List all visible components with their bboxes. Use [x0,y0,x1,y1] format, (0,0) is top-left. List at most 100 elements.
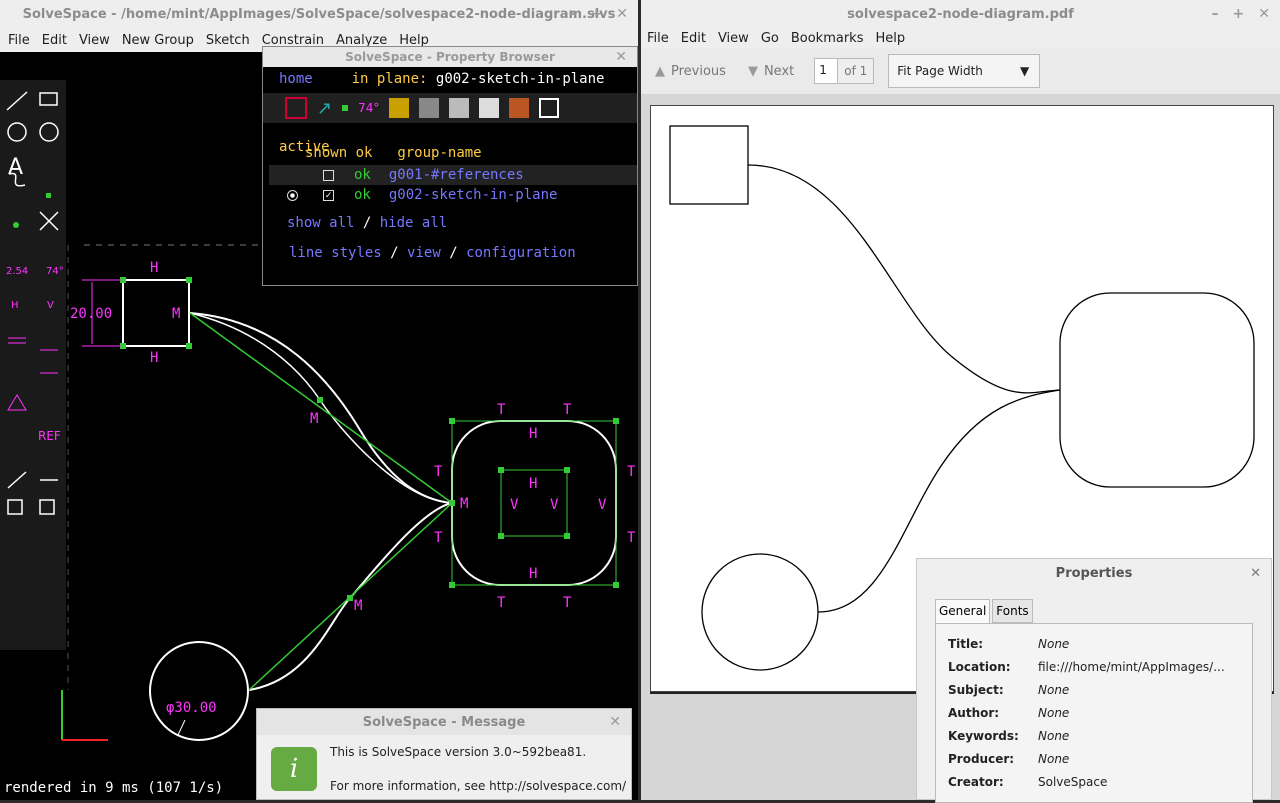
message-title: SolveSpace - Message [362,714,526,730]
shown-checkbox[interactable]: ✓ [323,189,334,201]
edges-icon[interactable] [479,98,500,118]
close-icon[interactable]: ✕ [616,6,628,22]
view-link[interactable]: view [407,245,441,261]
in-plane-label: in plane: [351,71,428,87]
col-ok: ok [355,145,373,161]
shaded-icon[interactable] [449,98,470,118]
display-toggle-row: ↗ 74° [263,93,637,123]
window-title: SolveSpace - /home/mint/AppImages/SolveS… [22,6,616,22]
mesh-icon[interactable] [509,98,530,118]
points-icon[interactable] [342,105,349,111]
property-browser-titlebar[interactable]: SolveSpace - Property Browser ✕ [263,47,637,67]
menu-file[interactable]: File [2,33,36,48]
home-link[interactable]: home [279,71,313,87]
properties-titlebar[interactable]: Properties ✕ [917,559,1271,587]
group-name-link[interactable]: g002-sketch-in-plane [389,187,558,203]
normals-icon[interactable]: ↗ [317,98,332,119]
property-value: SolveSpace [1038,774,1108,789]
menu-bookmarks[interactable]: Bookmarks [785,31,870,46]
active-radio[interactable] [287,189,298,201]
menu-sketch[interactable]: Sketch [200,33,256,48]
menu-new-group[interactable]: New Group [116,33,200,48]
dimension-diameter-label[interactable]: φ30.00 [166,700,217,716]
menu-view[interactable]: View [712,31,755,46]
message-titlebar[interactable]: SolveSpace - Message ✕ [257,709,631,735]
ok-status: ok [354,187,371,203]
in-plane-value: g002-sketch-in-plane [435,71,605,87]
page-count: of 1 [838,58,875,84]
svg-text:V: V [510,497,519,513]
close-icon[interactable]: ✕ [609,714,621,730]
property-value[interactable]: file:///home/mint/AppImages/... [1038,660,1225,674]
tab-fonts[interactable]: Fonts [992,599,1033,623]
hide-all-link[interactable]: hide all [380,215,447,231]
perspective-icon[interactable] [539,98,560,118]
property-key: Location: [948,659,1011,674]
info-icon: i [271,747,317,791]
svg-text:M: M [354,598,362,614]
dimension-width-label[interactable]: 20.00 [70,306,112,322]
svg-text:H: H [150,260,158,276]
minimize-icon[interactable]: – [570,6,577,22]
group-row[interactable]: ok g001-#references [269,165,637,185]
ok-status: ok [354,167,371,183]
menu-file[interactable]: File [641,31,675,46]
maximize-icon[interactable]: + [1233,6,1245,22]
property-row: Creator: SolveSpace [918,770,1252,793]
pdf-titlebar[interactable]: solvespace2-node-diagram.pdf – + ✕ [641,0,1280,28]
previous-button[interactable]: ▲ Previous [655,64,726,79]
faces-icon[interactable] [389,98,410,118]
close-icon[interactable]: ✕ [1250,566,1261,581]
svg-text:V: V [598,497,607,513]
menu-edit[interactable]: Edit [36,33,73,48]
maximize-icon[interactable]: + [591,6,603,22]
next-button[interactable]: ▼ Next [748,64,794,79]
property-row: Subject: None [918,678,1252,701]
pdf-toolbar: ▲ Previous ▼ Next 1 of 1 Fit Page Width ▼ [641,48,1280,94]
menu-help[interactable]: Help [869,31,911,46]
menu-go[interactable]: Go [755,31,785,46]
zoom-value: Fit Page Width [897,64,983,78]
window-titlebar[interactable]: SolveSpace - /home/mint/AppImages/SolveS… [0,0,638,28]
sketch-toolbar: A 2.54 74° H V REF [0,80,66,650]
hide-workplane-icon[interactable] [285,97,307,119]
svg-text:M: M [460,496,468,512]
constraints-icon[interactable]: 74° [358,101,379,115]
svg-text:H: H [529,426,537,442]
svg-text:H: H [529,476,537,492]
col-group-name: group-name [397,145,482,161]
property-browser-window: SolveSpace - Property Browser ✕ home in … [262,46,638,286]
property-key: Creator: [948,774,1004,789]
previous-label: Previous [671,63,726,79]
property-key: Keywords: [948,728,1019,743]
svg-text:M: M [310,411,318,427]
property-value: None [1038,705,1070,720]
svg-text:T: T [627,530,636,546]
properties-title: Properties [1055,565,1133,581]
property-row: Producer: None [918,747,1252,770]
properties-dialog: Properties ✕ General Fonts Title: None Lo… [916,558,1272,803]
page-number-input[interactable]: 1 [814,58,839,84]
shown-checkbox[interactable] [323,169,334,181]
property-value: None [1038,636,1070,651]
svg-text:T: T [497,402,506,418]
configuration-link[interactable]: configuration [466,245,576,261]
svg-text:A: A [8,155,23,180]
zoom-select[interactable]: Fit Page Width ▼ [888,54,1041,88]
property-key: Title: [948,636,984,651]
tab-general[interactable]: General [935,599,991,623]
property-row: Location: file:///home/mint/AppImages/... [918,655,1252,678]
minimize-icon[interactable]: – [1212,6,1219,22]
col-shown: shown [305,145,348,161]
menu-edit[interactable]: Edit [675,31,712,46]
svg-text:H: H [529,566,537,582]
show-all-link[interactable]: show all [287,215,354,231]
group-name-link[interactable]: g001-#references [389,167,524,183]
solid-icon[interactable] [419,98,440,118]
close-icon[interactable]: ✕ [615,49,627,65]
group-row[interactable]: ✓ ok g002-sketch-in-plane [269,185,637,205]
close-icon[interactable]: ✕ [1258,6,1270,22]
message-line2: For more information, see http://solvesp… [330,779,627,793]
menu-view[interactable]: View [73,33,116,48]
line-styles-link[interactable]: line styles [289,245,382,261]
